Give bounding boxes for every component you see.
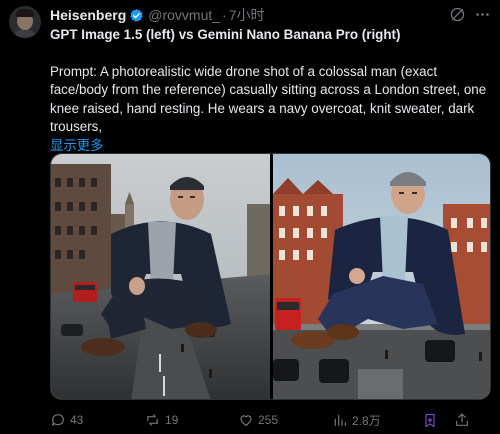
- tweet-text: GPT Image 1.5 (left) vs Gemini Nano Bana…: [50, 26, 490, 155]
- media-image-right[interactable]: [273, 154, 490, 399]
- avatar-body: [12, 29, 38, 38]
- view-count: 2.8万: [352, 413, 381, 428]
- repost-icon: [147, 414, 158, 426]
- header-separator: ·: [222, 7, 227, 23]
- repost-count: 19: [165, 413, 179, 427]
- post-time[interactable]: 7小时: [229, 5, 265, 25]
- more-icon[interactable]: [472, 4, 492, 24]
- avatar-hair: [16, 9, 34, 17]
- views-button[interactable]: 2.8万: [332, 410, 381, 430]
- grok-icon[interactable]: [447, 4, 467, 24]
- reply-icon: [52, 414, 64, 426]
- author-name[interactable]: Heisenberg: [50, 7, 126, 23]
- reply-count: 43: [70, 413, 84, 427]
- verified-badge-icon: [129, 8, 144, 23]
- reply-button[interactable]: 43: [50, 410, 83, 430]
- tweet-title: GPT Image 1.5 (left) vs Gemini Nano Bana…: [50, 27, 401, 42]
- bookmark-icon: [425, 413, 435, 427]
- avatar[interactable]: [9, 6, 41, 38]
- media-image-left[interactable]: [51, 154, 270, 399]
- prompt-line: Prompt: A photorealistic wide drone shot…: [50, 63, 438, 79]
- bookmark-button[interactable]: [422, 410, 438, 430]
- like-button[interactable]: 255: [238, 410, 278, 430]
- action-bar: 43 19 255 2.8万: [50, 410, 490, 430]
- prompt-line: trousers,: [50, 119, 103, 134]
- views-icon: [334, 414, 346, 426]
- share-icon: [456, 413, 468, 426]
- media-container: [50, 153, 491, 400]
- share-button[interactable]: [454, 410, 470, 430]
- repost-button[interactable]: 19: [144, 410, 178, 430]
- prompt-line: knee raised, hand resting. He wears a na…: [50, 100, 475, 116]
- author-handle[interactable]: @rovvmut_: [148, 7, 220, 23]
- like-count: 255: [258, 413, 279, 427]
- tweet-header: Heisenberg @rovvmut_ · 7小时: [50, 6, 265, 24]
- prompt-line: face/body from the reference) casually s…: [50, 82, 487, 97]
- like-icon: [240, 415, 252, 426]
